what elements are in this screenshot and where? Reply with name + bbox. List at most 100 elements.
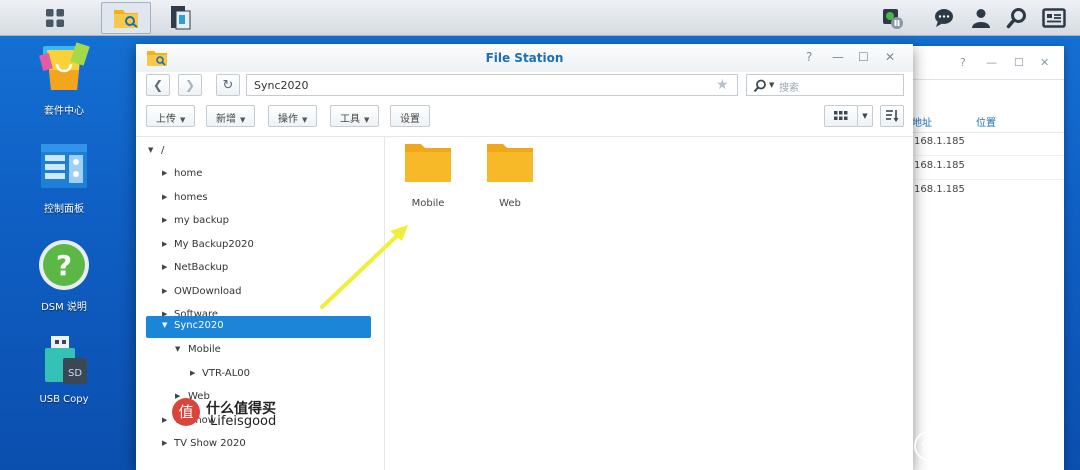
expanded-arrow-icon[interactable]: ▼ bbox=[162, 321, 167, 329]
new-label: 新增 bbox=[216, 114, 236, 125]
desktop-dsm-help[interactable]: ? DSM 说明 bbox=[16, 238, 112, 313]
bg-row-divider bbox=[900, 179, 1064, 180]
minimize-icon[interactable]: — bbox=[832, 50, 844, 64]
taskbar-app-button[interactable] bbox=[155, 2, 205, 34]
bg-help-icon[interactable]: ? bbox=[960, 56, 966, 69]
tree-item-mobile[interactable]: ▼ Mobile bbox=[146, 340, 371, 362]
usb-copy-label: USB Copy bbox=[39, 394, 89, 405]
chevron-right-icon: ❯ bbox=[184, 78, 196, 92]
tree-item-label: TV Show 2020 bbox=[174, 438, 246, 449]
desktop-control-panel[interactable]: 控制面板 bbox=[16, 140, 112, 215]
upload-button[interactable]: 上传 ▼ bbox=[146, 105, 196, 127]
collapsed-arrow-icon[interactable]: ▶ bbox=[162, 416, 167, 424]
action-button[interactable]: 操作 ▼ bbox=[268, 105, 318, 127]
tree-item-sync2020[interactable]: ▼ Sync2020 bbox=[146, 316, 371, 338]
sort-button[interactable] bbox=[880, 105, 904, 127]
tree-item-label: Sync2020 bbox=[174, 320, 224, 331]
view-mode-button[interactable] bbox=[824, 105, 858, 127]
collapsed-arrow-icon[interactable]: ▶ bbox=[162, 240, 167, 248]
background-window[interactable]: ? — ☐ ✕ 地址 位置 168.1.185 168.1.185 168.1.… bbox=[900, 46, 1064, 470]
main-menu-button[interactable] bbox=[30, 2, 80, 34]
background-window-titlebar[interactable]: ? — ☐ ✕ bbox=[900, 46, 1064, 80]
tree-item-label: VTR-AL00 bbox=[202, 368, 251, 379]
package-center-label: 套件中心 bbox=[44, 106, 84, 117]
new-button[interactable]: 新增 ▼ bbox=[206, 105, 256, 127]
tree-item-tv-show-2020[interactable]: ▶ TV Show 2020 bbox=[146, 434, 371, 456]
folder-mobile[interactable]: Mobile bbox=[388, 140, 468, 209]
bg-row-1[interactable]: 168.1.185 bbox=[914, 136, 965, 147]
back-button[interactable]: ❮ bbox=[146, 74, 170, 96]
messages-button[interactable] bbox=[930, 4, 958, 32]
document-app-icon bbox=[171, 6, 191, 30]
collapsed-arrow-icon[interactable]: ▶ bbox=[190, 369, 195, 377]
search-input[interactable]: ▼ 搜索 bbox=[746, 74, 904, 96]
search-icon bbox=[1006, 8, 1026, 29]
bg-maximize-icon[interactable]: ☐ bbox=[1014, 56, 1024, 69]
path-input[interactable]: Sync2020 bbox=[246, 74, 738, 96]
caret-down-icon: ▼ bbox=[364, 116, 370, 124]
bg-minimize-icon[interactable]: — bbox=[986, 56, 997, 69]
svg-text:?: ? bbox=[56, 249, 72, 282]
corner-watermark: 值什么值得买 bbox=[914, 428, 1050, 461]
view-mode-dropdown[interactable]: ▼ bbox=[857, 105, 873, 127]
refresh-button[interactable]: ↻ bbox=[216, 74, 240, 96]
folder-label: Mobile bbox=[411, 198, 445, 209]
chevron-left-icon: ❮ bbox=[152, 78, 164, 92]
desktop-usb-copy[interactable]: SD USB Copy bbox=[16, 334, 112, 405]
tree-root-label: / bbox=[161, 145, 165, 156]
caret-down-icon: ▼ bbox=[302, 116, 308, 124]
caret-down-icon: ▼ bbox=[862, 112, 868, 120]
collapsed-arrow-icon[interactable]: ▶ bbox=[162, 287, 167, 295]
settings-button[interactable]: 设置 bbox=[390, 105, 430, 127]
sort-icon bbox=[886, 110, 899, 122]
folder-label: Web bbox=[499, 198, 521, 209]
search-dropdown-icon[interactable]: ▼ bbox=[769, 81, 774, 89]
collapsed-arrow-icon[interactable]: ▶ bbox=[162, 216, 167, 224]
bg-close-icon[interactable]: ✕ bbox=[1040, 56, 1049, 69]
widgets-button[interactable] bbox=[1040, 4, 1068, 32]
tools-button[interactable]: 工具 ▼ bbox=[330, 105, 380, 127]
tree-item-label: NetBackup bbox=[174, 262, 229, 273]
window-titlebar[interactable]: File Station ? — ☐ ✕ bbox=[136, 44, 913, 72]
widgets-icon bbox=[1042, 8, 1066, 28]
forward-button[interactable]: ❯ bbox=[178, 74, 202, 96]
tree-item-vtr-al00[interactable]: ▶ VTR-AL00 bbox=[146, 364, 371, 386]
close-icon[interactable]: ✕ bbox=[885, 50, 895, 64]
tree-item-homes[interactable]: ▶ homes bbox=[146, 188, 371, 210]
tree-item-label: homes bbox=[174, 192, 208, 203]
collapsed-arrow-icon[interactable]: ▶ bbox=[162, 169, 167, 177]
help-icon[interactable]: ? bbox=[806, 50, 812, 64]
grid-icon bbox=[46, 9, 64, 27]
bg-row-3[interactable]: 168.1.185 bbox=[914, 184, 965, 195]
help-icon: ? bbox=[37, 238, 91, 292]
collapsed-arrow-icon[interactable]: ▶ bbox=[162, 193, 167, 201]
expanded-arrow-icon[interactable]: ▼ bbox=[175, 345, 180, 353]
status-app-button[interactable] bbox=[878, 4, 906, 32]
bg-row-2[interactable]: 168.1.185 bbox=[914, 160, 965, 171]
favorite-star-icon[interactable]: ★ bbox=[716, 77, 729, 93]
taskbar-file-station-button[interactable] bbox=[101, 2, 151, 34]
search-button[interactable] bbox=[1003, 4, 1031, 32]
control-panel-label: 控制面板 bbox=[44, 204, 84, 215]
usb-copy-icon: SD bbox=[37, 334, 91, 388]
settings-label: 设置 bbox=[400, 114, 420, 125]
action-label: 操作 bbox=[278, 114, 298, 125]
sd-card-label: SD bbox=[68, 368, 82, 379]
tree-item-home[interactable]: ▶ home bbox=[146, 164, 371, 186]
search-placeholder: 搜索 bbox=[779, 83, 799, 94]
expanded-arrow-icon[interactable]: ▼ bbox=[148, 146, 153, 154]
tree-root[interactable]: ▼ / bbox=[146, 141, 371, 163]
bg-header-divider bbox=[900, 132, 1064, 133]
dsm-help-label: DSM 说明 bbox=[41, 302, 87, 313]
upload-label: 上传 bbox=[156, 114, 176, 125]
collapsed-arrow-icon[interactable]: ▶ bbox=[162, 439, 167, 447]
watermark-user: Lifeisgood bbox=[210, 414, 277, 429]
maximize-icon[interactable]: ☐ bbox=[858, 50, 869, 64]
file-station-icon bbox=[114, 10, 138, 28]
folder-web[interactable]: Web bbox=[470, 140, 550, 209]
collapsed-arrow-icon[interactable]: ▶ bbox=[162, 263, 167, 271]
user-button[interactable] bbox=[967, 4, 995, 32]
corner-watermark-text: 什么值得买 bbox=[950, 432, 1050, 456]
desktop-package-center[interactable]: 套件中心 bbox=[16, 42, 112, 117]
tools-label: 工具 bbox=[340, 114, 360, 125]
